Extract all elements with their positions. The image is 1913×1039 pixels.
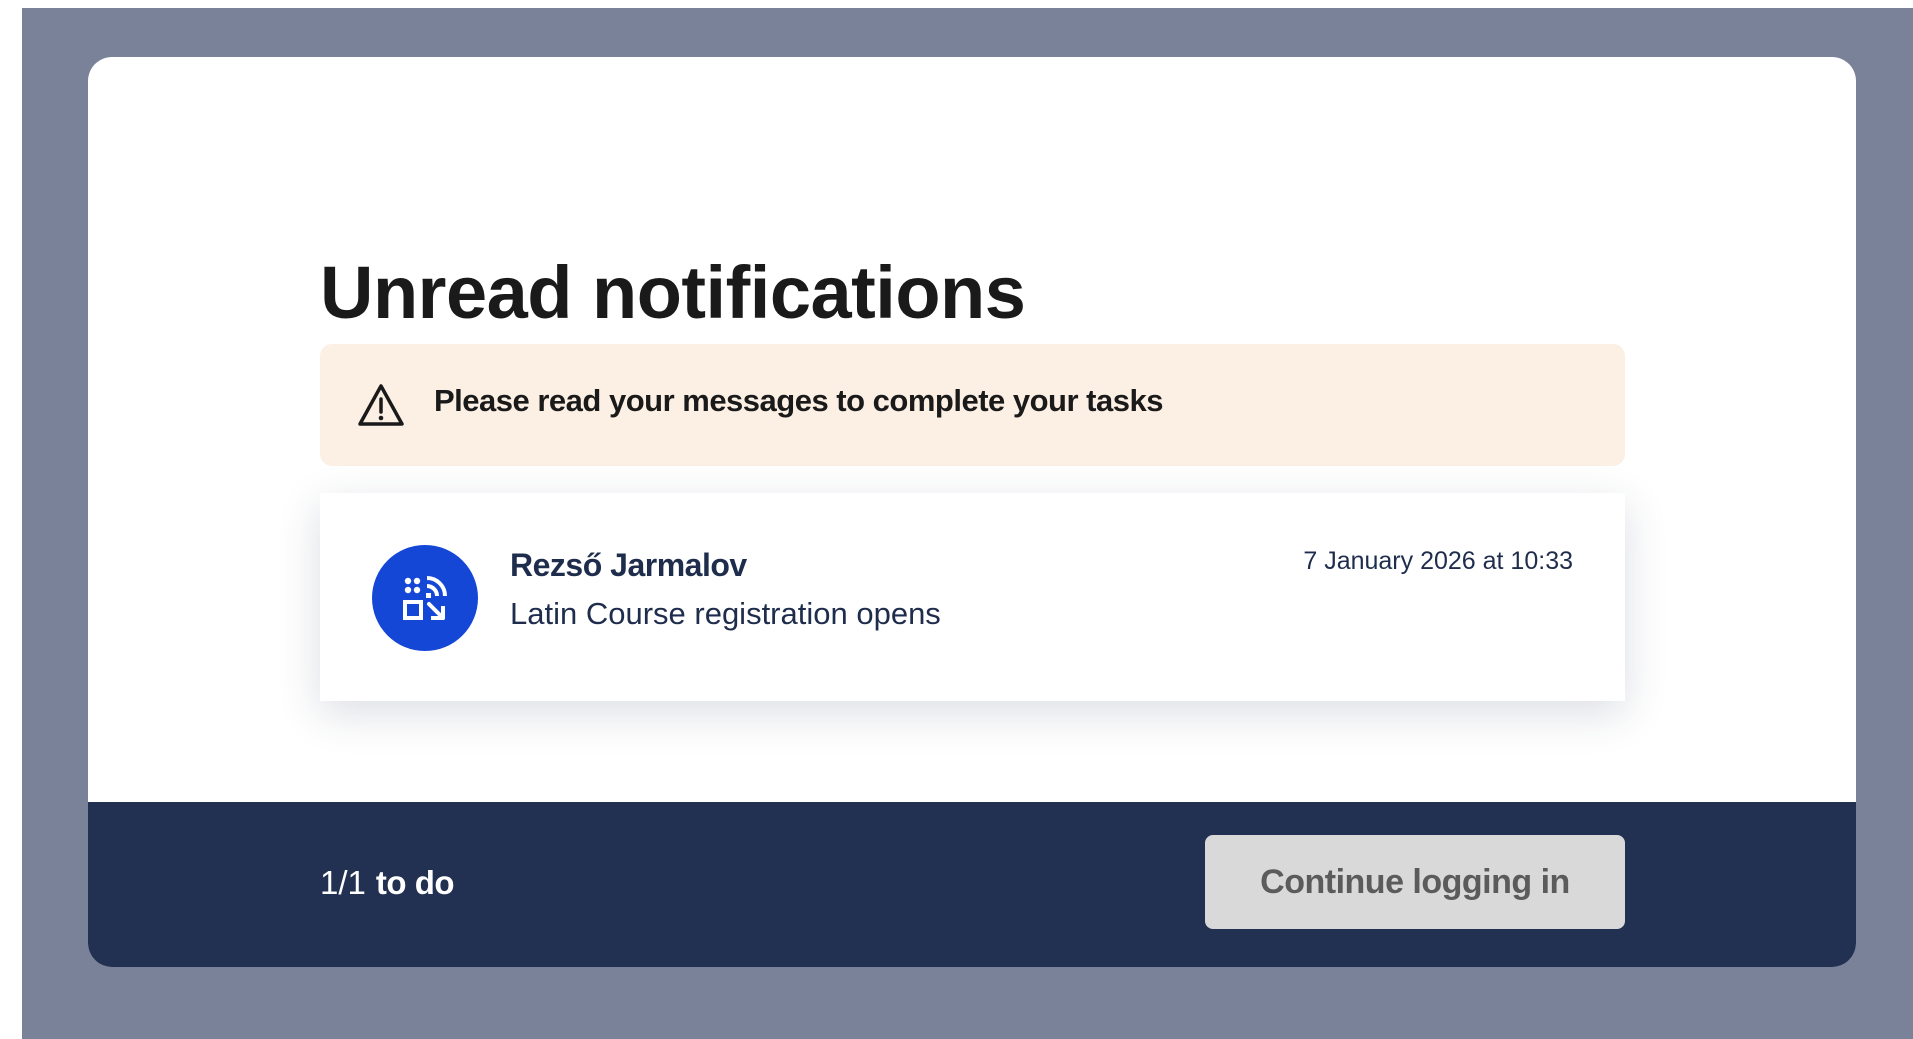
notification-item[interactable]: Rezső Jarmalov Latin Course registration… (320, 493, 1625, 701)
alert-message: Please read your messages to complete yo… (434, 383, 1163, 418)
progress-count: 1/1 (320, 864, 366, 901)
progress-label: to do (375, 864, 455, 901)
unread-notifications-dialog: Unread notifications Please read your me… (88, 57, 1856, 967)
task-progress: 1/1 to do (320, 864, 455, 902)
continue-logging-in-button[interactable]: Continue logging in (1205, 835, 1625, 929)
avatar (372, 545, 478, 651)
dialog-footer: 1/1 to do Continue logging in (88, 802, 1856, 967)
notification-date: 7 January 2026 at 10:33 (1303, 547, 1573, 575)
notification-sender: Rezső Jarmalov (510, 547, 747, 583)
notification-subject: Latin Course registration opens (510, 596, 941, 631)
dialog-title: Unread notifications (320, 251, 1026, 334)
warning-alert: Please read your messages to complete yo… (320, 344, 1625, 466)
qr-code-icon (403, 576, 447, 620)
dialog-body: Unread notifications Please read your me… (88, 57, 1856, 802)
warning-triangle-icon (358, 384, 404, 426)
